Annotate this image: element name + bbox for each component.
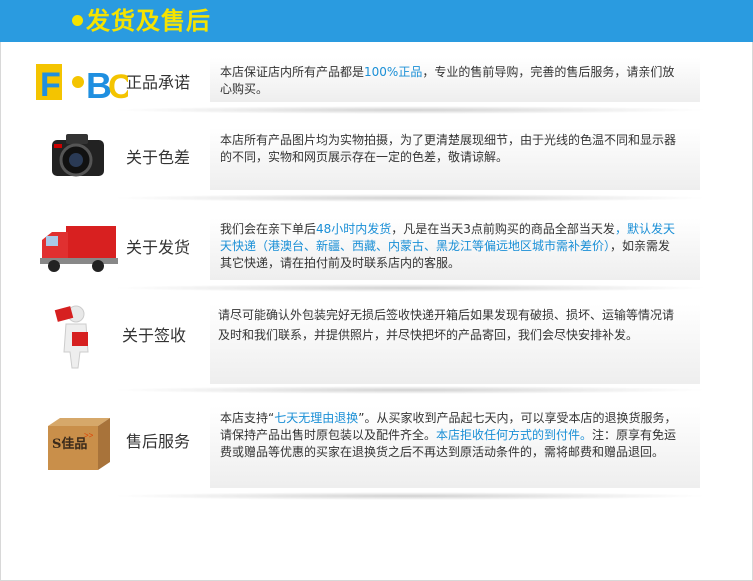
row-divider — [110, 386, 710, 394]
row-divider — [110, 106, 710, 114]
section-title: 发货及售后 — [86, 7, 211, 35]
row-text: 请尽可能确认外包装完好无损后签收快递开箱后如果发现有破损、损坏、运输等情况请及时… — [218, 305, 680, 345]
highlight-text: 48小时内发货 — [316, 222, 392, 236]
body-text: 我们会在亲下单后 — [220, 222, 317, 236]
svg-text:S佳品: S佳品 — [52, 436, 87, 452]
svg-text:>>: >> — [84, 431, 94, 440]
fbc-logo-icon: F B C — [36, 64, 128, 106]
row-text: 本店支持“七天无理由退换”。从买家收到产品起七天内，可以享受本店的退换货服务，请… — [220, 410, 680, 461]
highlight-text: 本店拒收任何方式的到付件。 — [436, 428, 593, 442]
bullet-dot-icon — [72, 15, 83, 26]
row-divider — [110, 194, 710, 202]
body-text: 本店所有产品图片均为实物拍摄，为了更清楚展现细节，由于光线的色温不同和显示器的不… — [220, 133, 677, 164]
highlight-text: 七天无理由退换 — [274, 411, 359, 425]
row-label: 关于签收 — [122, 326, 187, 345]
row-label: 正品承诺 — [126, 73, 191, 92]
truck-icon — [40, 226, 118, 272]
highlight-text: 100%正品 — [364, 65, 423, 79]
box-icon: S佳品 >> — [48, 418, 110, 470]
section-header: 发货及售后 — [0, 0, 753, 42]
svg-text:F: F — [40, 66, 61, 104]
row-divider — [110, 492, 710, 500]
row-text: 我们会在亲下单后48小时内发货，凡是在当天3点前购买的商品全部当天发，默认发天天… — [220, 221, 680, 272]
body-text: 本店支持“ — [220, 411, 275, 425]
row-label: 关于发货 — [126, 238, 191, 257]
row-text: 本店所有产品图片均为实物拍摄，为了更清楚展现细节，由于光线的色温不同和显示器的不… — [220, 132, 680, 166]
person-parcel-icon — [54, 305, 89, 369]
body-text: 本店保证店内所有产品都是 — [220, 65, 365, 79]
body-text: ，凡是在当天3点前购买的商品全部当天发 — [391, 222, 615, 236]
row-text: 本店保证店内所有产品都是100%正品，专业的售前导购，完善的售后服务，请亲们放心… — [220, 64, 680, 98]
row-label: 售后服务 — [126, 432, 191, 451]
row-divider — [110, 284, 710, 292]
body-text: 请尽可能确认外包装完好无损后签收快递开箱后如果发现有破损、损坏、运输等情况请及时… — [218, 308, 675, 342]
row-label: 关于色差 — [126, 148, 191, 167]
svg-text:C: C — [108, 68, 128, 106]
camera-icon — [52, 134, 104, 177]
